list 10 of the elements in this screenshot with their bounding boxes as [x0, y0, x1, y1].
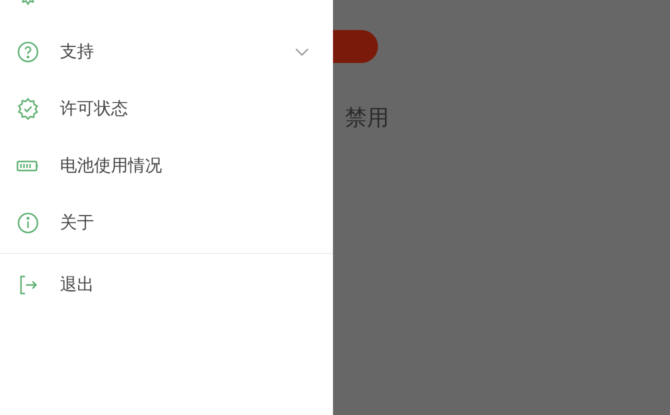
menu-item[interactable]: 许可状态	[0, 80, 333, 137]
badge-check-icon	[16, 96, 40, 120]
status-text: 禁用	[344, 105, 389, 133]
menu-item[interactable]: 关于	[0, 194, 333, 251]
menu-item[interactable]: 支持	[0, 23, 333, 80]
menu-item[interactable]: 电池使用情况	[0, 137, 333, 194]
info-icon	[16, 210, 40, 234]
help-icon	[16, 40, 40, 64]
menu-item[interactable]: 退出	[0, 256, 333, 313]
toggle-switch[interactable]	[333, 30, 378, 63]
